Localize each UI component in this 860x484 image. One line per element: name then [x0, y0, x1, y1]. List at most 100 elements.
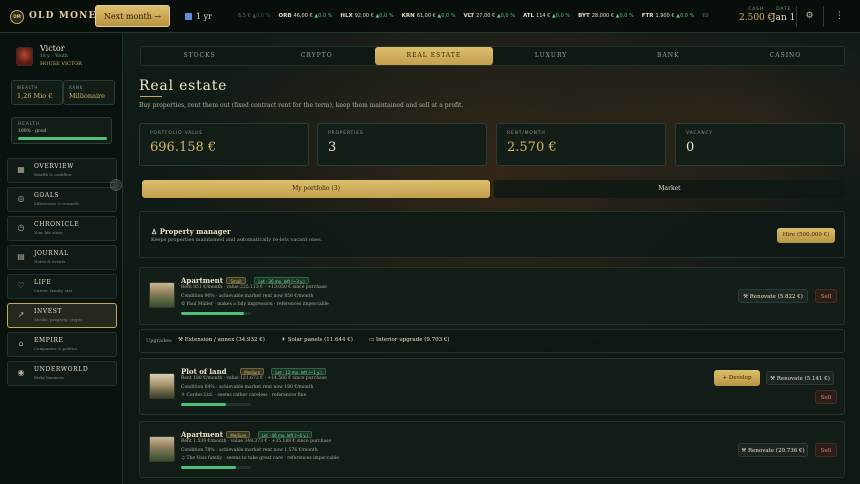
ticker-item[interactable]: BYT 28.000 € ▲0,0 % [578, 13, 634, 19]
ticker-price: 27,00 € [476, 13, 497, 19]
property-title: Plot of land [181, 367, 227, 376]
sidebar-item-underworld[interactable]: ◉ UNDERWORLD Risky business [7, 361, 117, 386]
manager-icon: ♙ [151, 227, 158, 236]
title-underline [140, 96, 162, 97]
bank-icon: ⌂ [18, 339, 24, 348]
sidebar-item-label: OVERVIEW [34, 163, 74, 170]
upgrade-solar-button[interactable]: ☀ Solar panels (11.644 €) [281, 337, 353, 343]
clock-icon: ◷ [17, 223, 25, 232]
renovate-button[interactable]: ⚒ Renovate (5.822 €) [738, 289, 808, 303]
sell-button[interactable]: Sell [815, 443, 837, 457]
tab-crypto[interactable]: CRYPTO [258, 47, 375, 65]
more-icon[interactable]: ⋮ [834, 11, 845, 22]
sell-button[interactable]: Sell [815, 289, 837, 303]
health-bar-fill [18, 137, 107, 140]
sidebar-item-sub: Milestones & rewards [34, 201, 79, 206]
ticker-symbol: FTR [641, 13, 654, 19]
tab-luxury[interactable]: LUXURY [493, 47, 610, 65]
condition-bar-fill [181, 466, 236, 469]
sidebar-item-label: INVEST [34, 308, 63, 315]
ticker-price: 46,00 € [293, 13, 315, 19]
sidebar-item-sub: Stocks, property, crypto [34, 317, 83, 322]
next-month-button[interactable]: Next month → [95, 5, 170, 27]
property-manager-label: Property manager [159, 227, 231, 236]
kpi-label: RENT/MONTH [507, 131, 546, 136]
kpi-value: 3 [328, 140, 337, 155]
renovate-button[interactable]: ⚒ Renovate (20.736 €) [738, 443, 808, 457]
sidebar-item-chronicle[interactable]: ◷ CHRONICLE Your life story [7, 216, 117, 241]
lease-badge: Let · 48 mo. left (~4 y.) [257, 431, 312, 438]
sidebar-item-life[interactable]: ♡ LIFE Career, family, stat [7, 274, 117, 299]
gear-icon[interactable]: ⚙ [804, 11, 815, 22]
wealth-value: 1,26 Mio € [17, 92, 53, 100]
ticker-item[interactable]: 6,5 € ▲0,0 % [238, 13, 270, 19]
ticker-change: ▲0,0 % [375, 13, 394, 19]
scroll-handle[interactable] [110, 179, 122, 191]
ticker-price: 61,00 € [416, 13, 438, 19]
ticker-strip: 6,5 € ▲0,0 % ORB 46,00 € ▲0,0 % HLX 92,00 € … [238, 13, 717, 19]
invest-tabs: STOCKS CRYPTO REAL ESTATE LUXURY BANK CASINO [140, 46, 845, 66]
sell-button[interactable]: Sell [815, 390, 837, 404]
year-label: 1 yr [196, 12, 212, 21]
ticker-item[interactable]: KRN 61,00 € ▲0,0 % [402, 13, 456, 19]
rank-label: RANK [69, 85, 84, 90]
upgrade-label: Interior upgrade (9.703 €) [375, 337, 450, 343]
tab-my-portfolio[interactable]: My portfolio (3) [142, 180, 490, 198]
sidebar-item-journal[interactable]: ▤ JOURNAL Notes & events [7, 245, 117, 270]
kpi-card: RENT/MONTH 2.570 € [496, 123, 666, 166]
sidebar-item-sub: Wealth & cashflow [34, 172, 72, 177]
sidebar-item-label: CHRONICLE [34, 221, 80, 228]
ticker-price: 6,5 € [238, 13, 253, 19]
sidebar-item-sub: Companies & politics [34, 346, 78, 351]
sidebar-item-invest[interactable]: ↗ INVEST Stocks, property, crypto [7, 303, 117, 328]
sidebar-item-empire[interactable]: ⌂ EMPIRE Companies & politics [7, 332, 117, 357]
property-detail: Condition 64% · achievable market rent n… [181, 384, 314, 390]
health-bar [18, 137, 107, 140]
develop-button[interactable]: + Develop [714, 370, 760, 386]
ticker-symbol: HLX [340, 13, 353, 19]
brand-name: OLD MONEY [29, 11, 105, 21]
date-label: DATE [776, 7, 792, 12]
health-box: HEALTH 100% · good [11, 117, 112, 144]
cash-label: CASH [748, 7, 765, 12]
condition-bar-fill [181, 312, 244, 315]
hire-manager-button[interactable]: Hire (500.000 €) [777, 228, 835, 243]
kpi-card: PORTFOLIO VALUE 696.158 € [139, 123, 309, 166]
sidebar-item-sub: Career, family, stat [34, 288, 73, 293]
page-description: Buy properties, rent them out (fixed con… [139, 102, 464, 109]
rank-box: RANK Millionaire [63, 80, 115, 105]
wealth-label: WEALTH [17, 85, 39, 90]
renovate-button[interactable]: ⚒ Renovate (5.141 €) [766, 371, 834, 385]
ticker-item[interactable]: VLT 27,00 € ▲0,0 % [464, 13, 515, 19]
size-badge: Medium [240, 368, 265, 375]
upgrade-interior-button[interactable]: ▭ Interior upgrade (9.703 €) [369, 337, 450, 343]
tab-casino[interactable]: CASINO [727, 47, 844, 65]
sun-icon: ☀ [281, 337, 286, 343]
ticker-item[interactable]: €0 [702, 13, 708, 19]
kpi-label: PROPERTIES [328, 131, 364, 136]
sofa-icon: ▭ [369, 337, 375, 343]
property-manager-title: ♙ Property manager [151, 227, 231, 236]
ticker-item[interactable]: FTR 1.900 € ▲0,0 % [642, 13, 695, 19]
sidebar-item-overview[interactable]: ▦ OVERVIEW Wealth & cashflow [7, 158, 117, 183]
property-title: Apartment [181, 430, 223, 439]
tab-stocks[interactable]: STOCKS [141, 47, 258, 65]
upgrades-label: Upgrades: [146, 338, 173, 344]
kpi-value: 696.158 € [150, 140, 217, 155]
year-toggle[interactable]: 1 yr [185, 12, 212, 21]
ticker-price: 114 € [536, 13, 552, 19]
sidebar-item-goals[interactable]: ◎ GOALS Milestones & rewards [7, 187, 117, 212]
player-age: 18 y. · Youth [40, 54, 68, 59]
upgrade-extension-button[interactable]: ⚒ Extension / annex (34.932 €) [178, 337, 265, 343]
tab-bank[interactable]: BANK [610, 47, 727, 65]
upgrades-row: Upgrades: ⚒ Extension / annex (34.932 €)… [139, 329, 845, 353]
tab-market[interactable]: Market [494, 180, 845, 198]
tab-real-estate[interactable]: REAL ESTATE [375, 47, 493, 65]
ticker-item[interactable]: HLX 92,00 € ▲0,0 % [340, 13, 393, 19]
ticker-item[interactable]: ATL 114 € ▲0,0 % [523, 13, 570, 19]
ticker-item[interactable]: ORB 46,00 € ▲0,0 % [278, 13, 332, 19]
ticker-symbol: ORB [278, 13, 292, 19]
date-value: Jan 1 [772, 13, 796, 23]
ticker-symbol: ATL [522, 13, 535, 19]
grid-icon: ▦ [17, 165, 25, 174]
